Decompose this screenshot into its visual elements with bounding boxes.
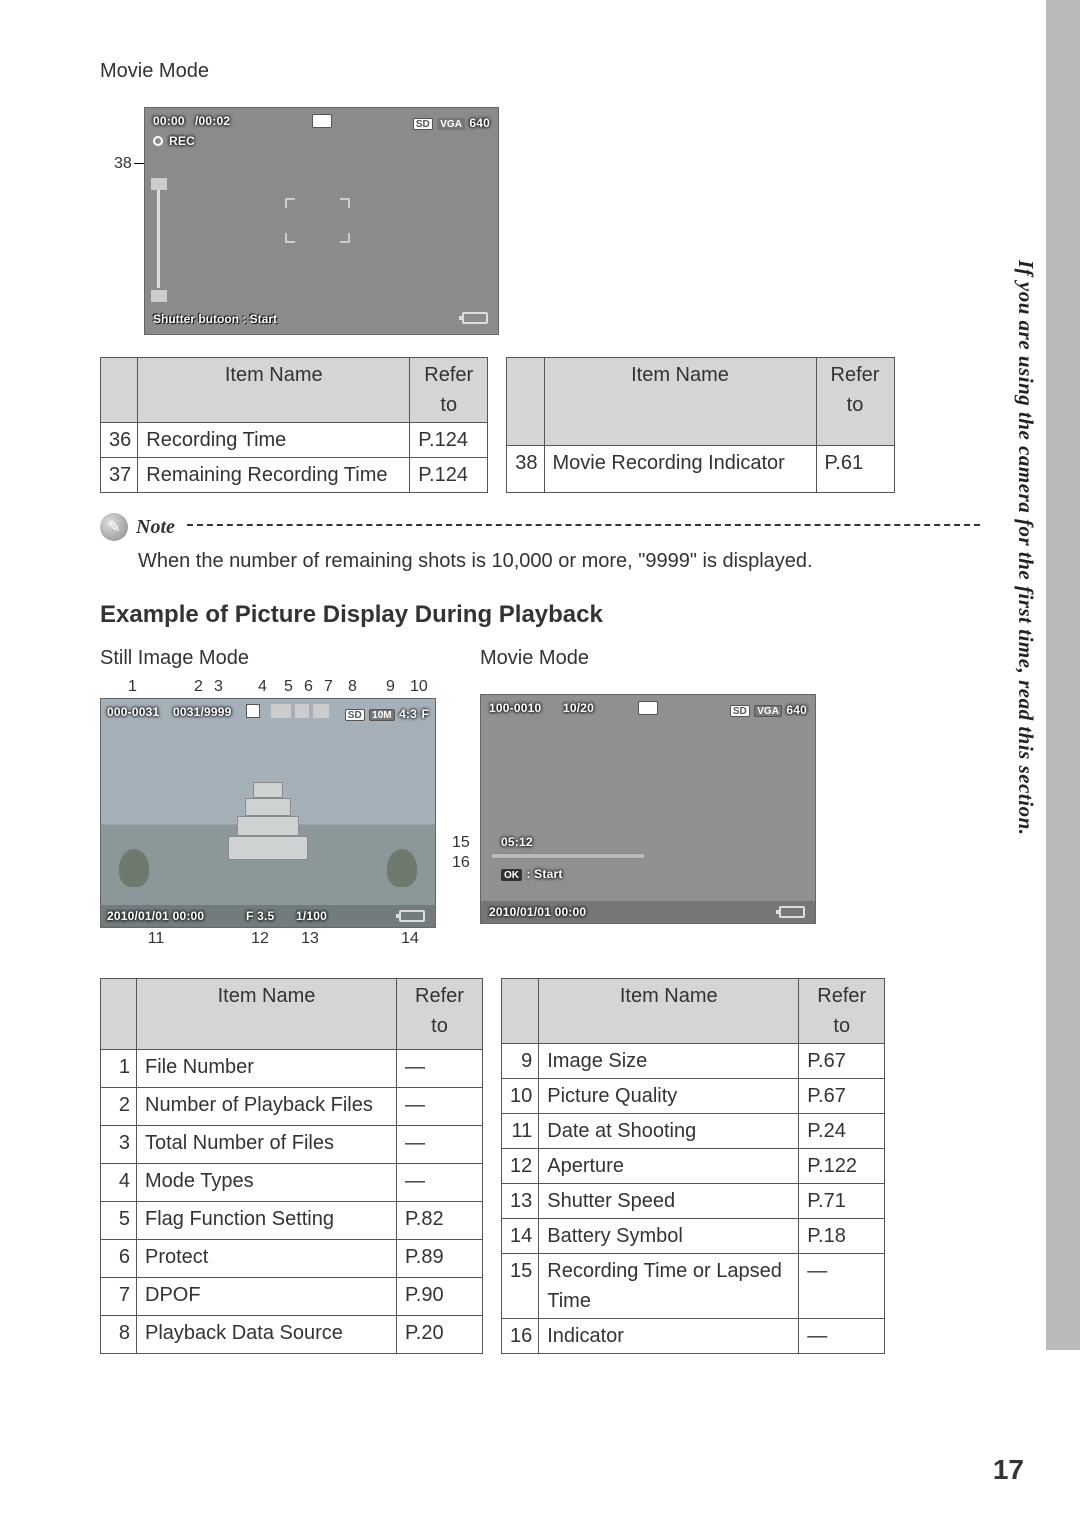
still-cl-4: 4 bbox=[258, 678, 267, 696]
slider-bottom-icon bbox=[151, 290, 167, 302]
still-shutter: 1/100 bbox=[296, 909, 327, 923]
still-cl-1: 1 bbox=[128, 678, 137, 696]
note-icon: ✎ bbox=[100, 513, 128, 541]
movie-mode-icon bbox=[638, 701, 658, 715]
mode-icon bbox=[312, 114, 332, 128]
slider-top-icon bbox=[151, 178, 167, 190]
still-battery-icon bbox=[399, 910, 425, 922]
still-aperture: F 3.5 bbox=[246, 909, 274, 923]
play-icon bbox=[246, 704, 260, 718]
note-body: When the number of remaining shots is 10… bbox=[138, 547, 980, 575]
still-ratio: 4:3 bbox=[399, 707, 417, 721]
playback-table-left: Item Name Refer to 1File Number— 2Number… bbox=[100, 978, 483, 1354]
still-cl-13: 13 bbox=[301, 930, 319, 948]
movie-sd-badge: SD bbox=[730, 705, 750, 717]
movie-mode-screen: 00:00 /00:02 REC SD VGA 640 bbox=[144, 107, 499, 335]
remaining-time: /00:02 bbox=[195, 114, 230, 128]
flag-icon bbox=[271, 704, 291, 718]
size-label: 640 bbox=[469, 116, 490, 130]
exposure-slider bbox=[157, 188, 160, 288]
still-cl-5: 5 bbox=[284, 678, 293, 696]
playback-heading: Example of Picture Display During Playba… bbox=[100, 601, 980, 629]
vga-badge: VGA bbox=[437, 118, 465, 130]
still-mode-title: Still Image Mode bbox=[100, 647, 436, 670]
rec-indicator-dot bbox=[153, 136, 163, 146]
still-cl-14: 14 bbox=[401, 930, 419, 948]
page-number: 17 bbox=[993, 1454, 1024, 1486]
movie-cl-16: 16 bbox=[452, 854, 470, 872]
still-cl-8: 8 bbox=[348, 678, 357, 696]
playback-table-right: Item Name Refer to 9Image SizeP.67 10Pic… bbox=[501, 978, 885, 1354]
still-cl-9: 9 bbox=[386, 678, 395, 696]
still-size-badge: 10M bbox=[369, 709, 394, 721]
movie-mode-title: Movie Mode bbox=[100, 60, 980, 83]
movie-count: 10/20 bbox=[563, 701, 594, 715]
still-cl-2: 2 bbox=[194, 678, 203, 696]
still-compress: F bbox=[421, 707, 429, 721]
ok-hint: : Start bbox=[526, 867, 562, 881]
battery-icon bbox=[462, 312, 488, 324]
movie-table-right: Item Name Refer to 38Movie Recording Ind… bbox=[506, 357, 894, 493]
still-cl-11: 11 bbox=[148, 930, 165, 948]
still-playback-screen: 000-0031 0031/9999 SD 10M 4:3 F 2010/01/… bbox=[100, 698, 436, 928]
still-cl-7: 7 bbox=[324, 678, 333, 696]
ok-badge: OK bbox=[501, 869, 522, 881]
still-cl-12: 12 bbox=[251, 930, 269, 948]
movie-playback-screen: 100-0010 10/20 SD VGA 640 05:12 OK : Sta… bbox=[480, 694, 816, 924]
movie-battery-icon bbox=[779, 906, 805, 918]
movie-table-left: Item Name Refer to 36Recording TimeP.124… bbox=[100, 357, 488, 493]
protect-icon bbox=[295, 704, 309, 718]
movie-vga-badge: VGA bbox=[754, 705, 782, 717]
shutter-hint: Shutter butoon : Start bbox=[153, 312, 277, 326]
movie-date: 2010/01/01 00:00 bbox=[489, 905, 586, 919]
still-cl-6: 6 bbox=[304, 678, 313, 696]
dpof-icon bbox=[313, 704, 329, 718]
progress-bar bbox=[491, 853, 645, 859]
still-cl-3: 3 bbox=[214, 678, 223, 696]
still-cl-10: 10 bbox=[410, 678, 428, 696]
callout-38: 38 bbox=[114, 155, 132, 173]
elapsed-time: 00:00 bbox=[153, 114, 185, 128]
still-date: 2010/01/01 00:00 bbox=[107, 909, 204, 923]
still-file-id: 000-0031 bbox=[107, 705, 159, 719]
note-label: Note bbox=[136, 516, 175, 539]
rec-label: REC bbox=[169, 134, 195, 148]
movie-cl-15: 15 bbox=[452, 834, 470, 852]
movie-pb-title: Movie Mode bbox=[480, 647, 816, 670]
still-count: 0031/9999 bbox=[173, 705, 232, 719]
movie-file-id: 100-0010 bbox=[489, 701, 541, 715]
still-sd-badge: SD bbox=[345, 709, 365, 721]
sd-badge: SD bbox=[413, 118, 433, 130]
movie-size: 640 bbox=[786, 703, 807, 717]
movie-lapse: 05:12 bbox=[501, 835, 533, 849]
